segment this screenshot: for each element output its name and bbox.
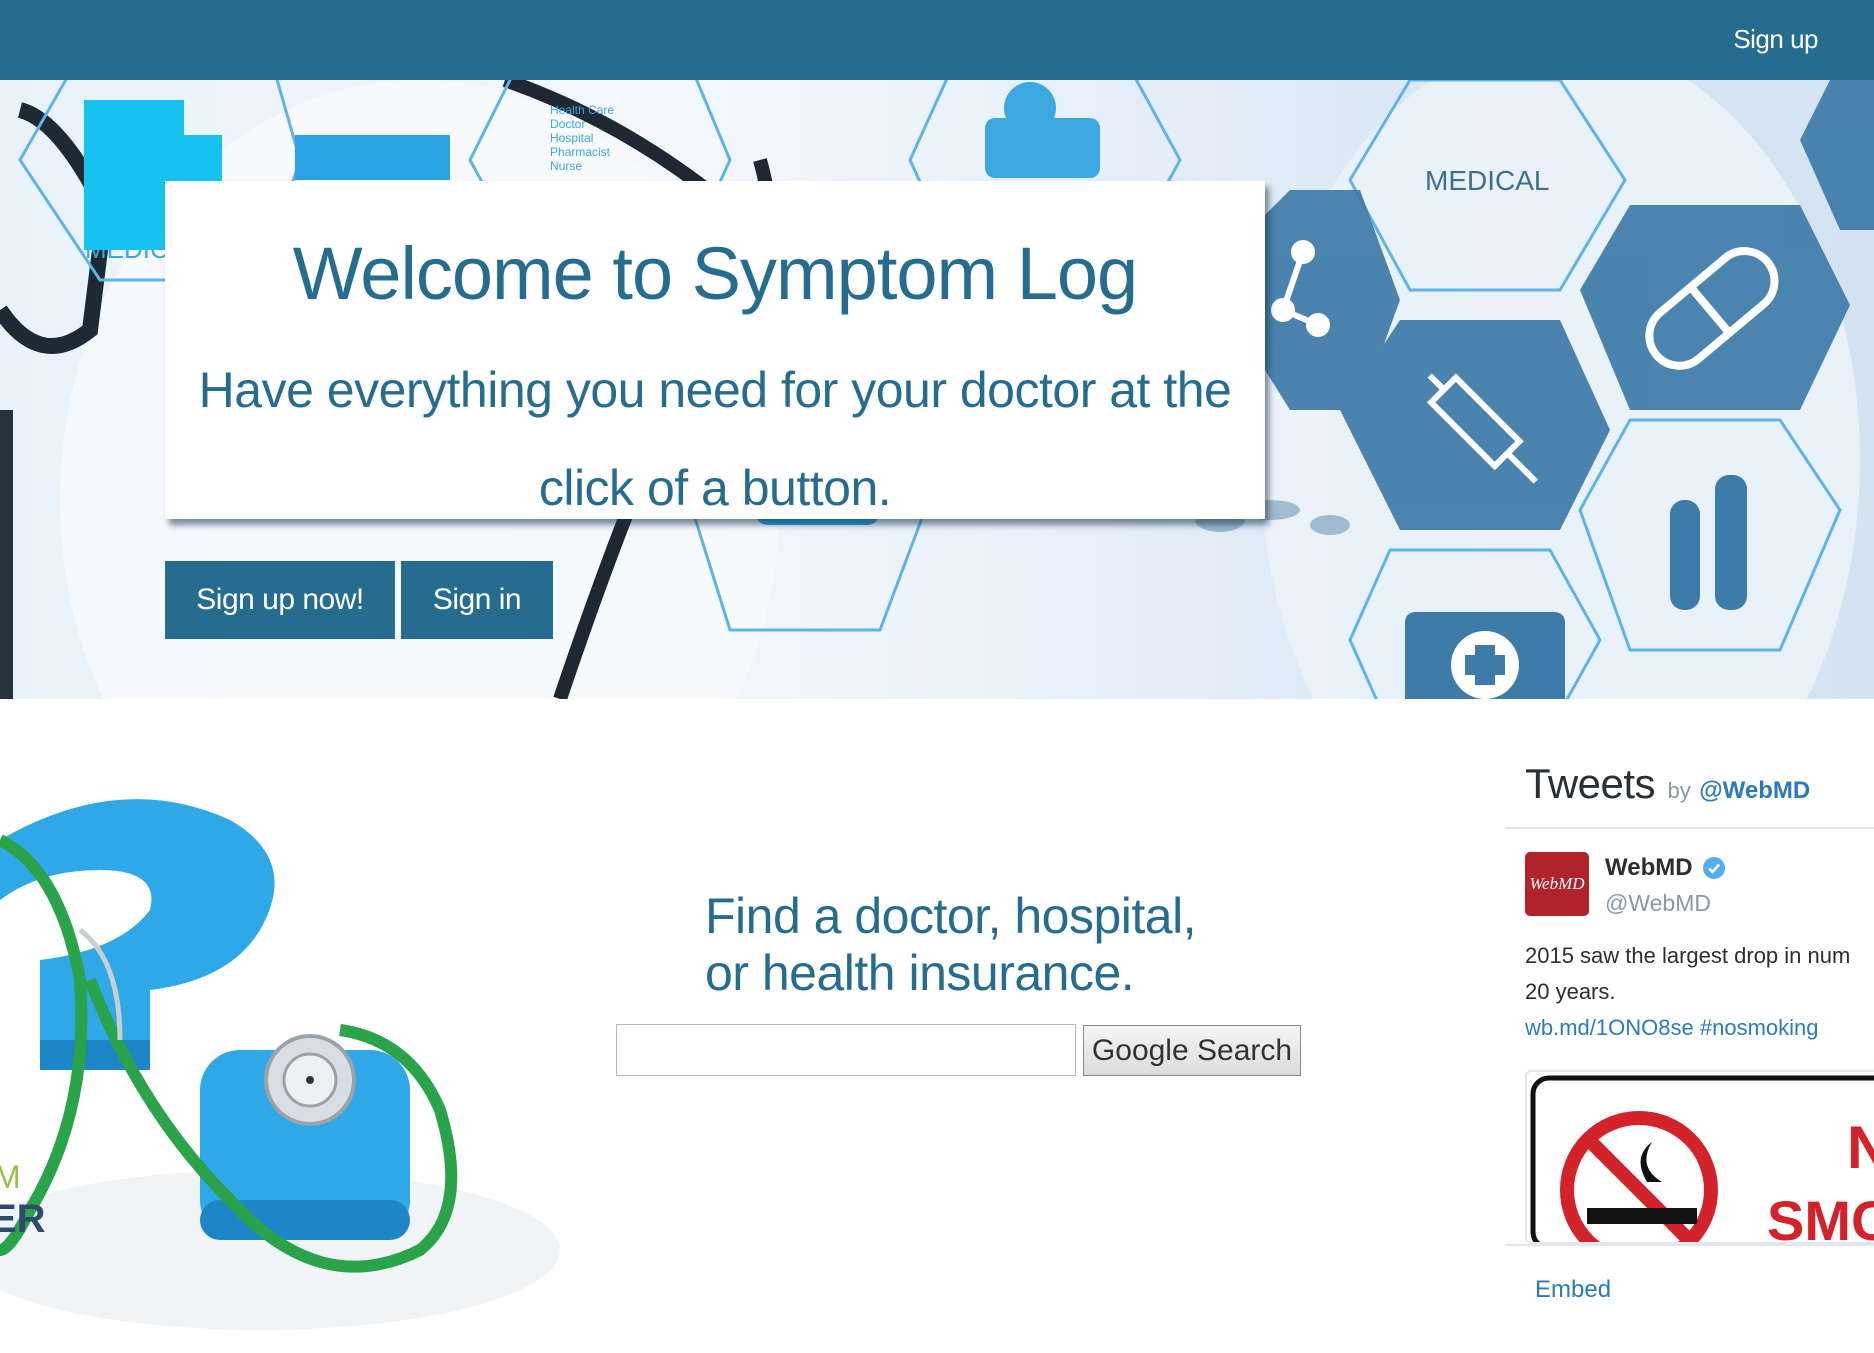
- sign-in-button[interactable]: Sign in: [401, 561, 553, 639]
- find-doctor-heading: Find a doctor, hospital, or health insur…: [705, 888, 1197, 1002]
- google-search-input[interactable]: [616, 1024, 1076, 1076]
- svg-text:ER: ER: [0, 1197, 46, 1241]
- find-heading-line1: Find a doctor, hospital,: [705, 888, 1197, 944]
- welcome-title: Welcome to Symptom Log: [292, 232, 1138, 315]
- twitter-timeline-widget: Tweets by @WebMD WebMD WebMD @WebMD 2015…: [1505, 752, 1874, 1353]
- svg-text:N: N: [1847, 1114, 1874, 1181]
- tweet-author-handle[interactable]: @WebMD: [1605, 890, 1711, 917]
- svg-text:Hospital: Hospital: [550, 131, 593, 145]
- welcome-subtitle: Have everything you need for your doctor…: [198, 362, 1232, 516]
- nav-signup-link[interactable]: Sign up: [1733, 24, 1818, 55]
- svg-text:M: M: [0, 1159, 21, 1195]
- no-smoking-image: N SMC: [1530, 1075, 1874, 1244]
- tweets-footer-divider: [1505, 1244, 1874, 1246]
- svg-text:SMC: SMC: [1767, 1189, 1874, 1244]
- svg-text:Pharmacist: Pharmacist: [550, 145, 611, 159]
- tweet-text-line1: 2015 saw the largest drop in num: [1525, 943, 1851, 968]
- embed-link[interactable]: Embed: [1535, 1276, 1611, 1304]
- hero-banner: MEDICAL MEDIC Health Care Doctor Hospita…: [0, 80, 1874, 699]
- tweets-by-label: by: [1667, 778, 1691, 803]
- svg-text:Doctor: Doctor: [550, 117, 585, 131]
- tweet-media-card[interactable]: N SMC: [1525, 1070, 1874, 1244]
- sign-up-now-button[interactable]: Sign up now!: [165, 561, 395, 639]
- svg-text:Health Care: Health Care: [550, 103, 614, 117]
- verified-badge-icon: [1703, 857, 1725, 879]
- tweet-text: 2015 saw the largest drop in num 20 year…: [1525, 938, 1874, 1046]
- svg-text:Nurse: Nurse: [550, 159, 582, 173]
- tweet-url-link[interactable]: wb.md/1ONO8se: [1525, 1015, 1694, 1040]
- tweet-text-line2: 20 years.: [1525, 979, 1616, 1004]
- tweet-hashtag-link[interactable]: #nosmoking: [1700, 1015, 1819, 1040]
- find-heading-line2: or health insurance.: [705, 945, 1135, 1001]
- top-navbar: Sign up: [0, 0, 1874, 80]
- tweets-title: Tweets: [1525, 760, 1656, 807]
- page: Sign up MEDICAL Health Care Doctor Hospi…: [0, 0, 1874, 1353]
- welcome-card: Welcome to Symptom Log Have everything y…: [165, 181, 1265, 519]
- google-search-button[interactable]: Google Search: [1083, 1025, 1301, 1076]
- tweets-divider: [1505, 827, 1874, 829]
- question-mark-stethoscope-illustration: M ER: [0, 799, 560, 1330]
- tweets-handle-link[interactable]: @WebMD: [1699, 777, 1810, 804]
- tweet-avatar[interactable]: WebMD: [1525, 852, 1589, 916]
- tweet-author-name[interactable]: WebMD: [1605, 854, 1693, 882]
- svg-text:MEDICAL: MEDICAL: [1425, 165, 1549, 196]
- tweets-header: Tweets by @WebMD: [1525, 760, 1810, 808]
